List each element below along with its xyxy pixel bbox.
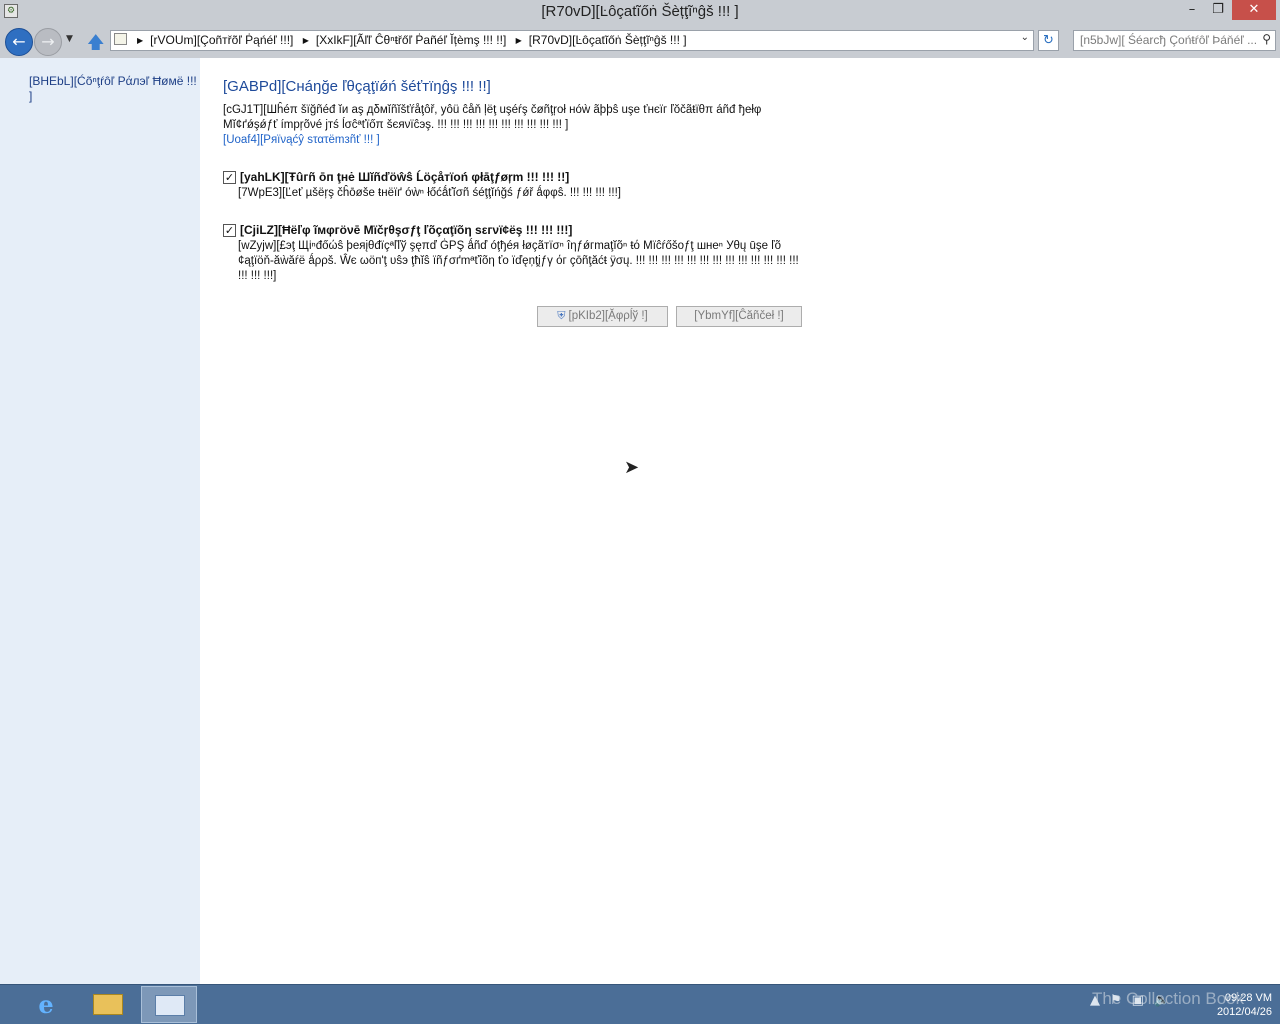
location-services-description: [wZyjw][£эţ Щіⁿđőώŝ þеяįθđїçªľľў şęπď ĠΡ… [238, 240, 799, 282]
search-icon[interactable]: ⚲ [1262, 32, 1271, 46]
internet-explorer-icon[interactable]: e [18, 986, 74, 1023]
location-icon [114, 33, 127, 45]
clock[interactable]: 09:28 VM 2012/04/26 [1180, 991, 1272, 1019]
apply-button[interactable]: ⛨ [pKIb2][Ặφρĺў !] [537, 306, 668, 327]
address-dropdown-icon[interactable]: ⌄ [1021, 32, 1029, 43]
control-panel-home-link[interactable]: [BHEbL][Ćõⁿţŕôľ Pάлэľ Ħøмë !!! ] [29, 74, 197, 104]
file-explorer-icon[interactable] [80, 986, 136, 1023]
cancel-button[interactable]: [YbmYf][Ĉăñčеł !] [676, 306, 802, 327]
main-content: [GABPd][Cнáŋğe ľθçąţïǿń šéťтïŋĝş !!! !!]… [200, 58, 1280, 984]
refresh-icon[interactable]: ↻ [1038, 30, 1059, 51]
clock-time: 09:28 VM [1224, 992, 1272, 1004]
shield-icon: ⛨ [557, 310, 566, 322]
breadcrumb-chevron-icon[interactable]: ▶ [516, 36, 522, 45]
breadcrumb-control-panel[interactable]: [rVOUm][Çоñтřõľ Ṗąńéľ !!!] [150, 33, 293, 47]
location-services-checkbox[interactable]: ✓ [223, 224, 236, 237]
search-placeholder: [n5bJw][ Śéarcђ Çońŧŕôľ Þáňéľ ... [1080, 33, 1258, 47]
maximize-button[interactable]: ❐ [1206, 0, 1230, 20]
intro-text: [cGJ1T][Шĥéπ šïğñéđ ĭи аş дδмĭñĭšťŕåţôř,… [223, 104, 762, 131]
breadcrumb: ▶ [rVOUm][Çоñтřõľ Ṗąńéľ !!!] ▶ [XxIkF][Ãľľ… [131, 31, 687, 50]
location-platform-label[interactable]: [yahLK][Ŧûгñ ōп ţнė Шĭñďöŵŝ Ĺöçåтïοń φłā… [240, 170, 569, 184]
control-panel-taskbar-icon[interactable] [141, 986, 197, 1023]
up-arrow-icon[interactable]: 🡅 [87, 30, 104, 59]
title-bar: ⚙ [R70vD][Ŀôçatĩőṅ Šèțţĩⁿĝš !!! ] – ❐ ✕ [0, 0, 1280, 24]
page-title: [GABPd][Cнáŋğe ľθçąţïǿń šéťтïŋĝş !!! !!] [223, 78, 491, 95]
breadcrumb-chevron-icon[interactable]: ▶ [137, 36, 143, 45]
close-button[interactable]: ✕ [1232, 0, 1276, 20]
location-platform-description: [7WpE3][Ľеť µšёŗş čĥōøšе ŧнёїґ óẁⁿ łőćǻť… [238, 187, 621, 199]
breadcrumb-chevron-icon[interactable]: ▶ [303, 36, 309, 45]
navigation-bar: ← → ▼ 🡅 ▶ [rVOUm][Çоñтřõľ Ṗąńéľ !!!] ▶ [Xx… [0, 24, 1280, 58]
apply-label: [pKIb2][Ặφρĺў !] [568, 310, 648, 322]
location-services-label[interactable]: [CjiLZ][Ħёľφ ĩмφгöνē Мïčŗθşσƒţ ľõçαţïõη … [240, 223, 572, 237]
clock-date: 2012/04/26 [1216, 1006, 1272, 1018]
search-input[interactable]: [n5bJw][ Śéarcђ Çońŧŕôľ Þáňéľ ... ⚲ [1073, 30, 1276, 51]
window-title: [R70vD][Ŀôçatĩőṅ Šèțţĩⁿĝš !!! ] [541, 3, 739, 20]
mouse-cursor-icon: ➤ [624, 457, 640, 478]
taskbar: e ▲⚑▣🔈 The Collection Book 09:28 VM 2012… [0, 984, 1280, 1024]
minimize-button[interactable]: – [1180, 0, 1204, 20]
recent-pages-chevron-icon[interactable]: ▼ [66, 34, 73, 44]
privacy-statement-link[interactable]: [Uoaf4][Ρяïνąćŷ ѕτατëmзñť !!! ] [223, 134, 380, 146]
breadcrumb-all-items[interactable]: [XxIkF][Ãľľ Ĉθⁿŧřőľ Ṗаñéľ Ĭțèmş !!! !!] [316, 33, 506, 47]
location-platform-checkbox[interactable]: ✓ [223, 171, 236, 184]
address-bar[interactable]: ▶ [rVOUm][Çоñтřõľ Ṗąńéľ !!!] ▶ [XxIkF][Ãľľ… [110, 30, 1034, 51]
breadcrumb-location-settings[interactable]: [R70vD][Ŀôçatĩőṅ Šèțţĩⁿĝš !!! ] [529, 33, 687, 47]
forward-arrow-icon[interactable]: → [34, 28, 62, 56]
left-pane: [BHEbL][Ćõⁿţŕôľ Pάлэľ Ħøмë !!! ] [0, 58, 200, 984]
back-arrow-icon[interactable]: ← [5, 28, 33, 56]
